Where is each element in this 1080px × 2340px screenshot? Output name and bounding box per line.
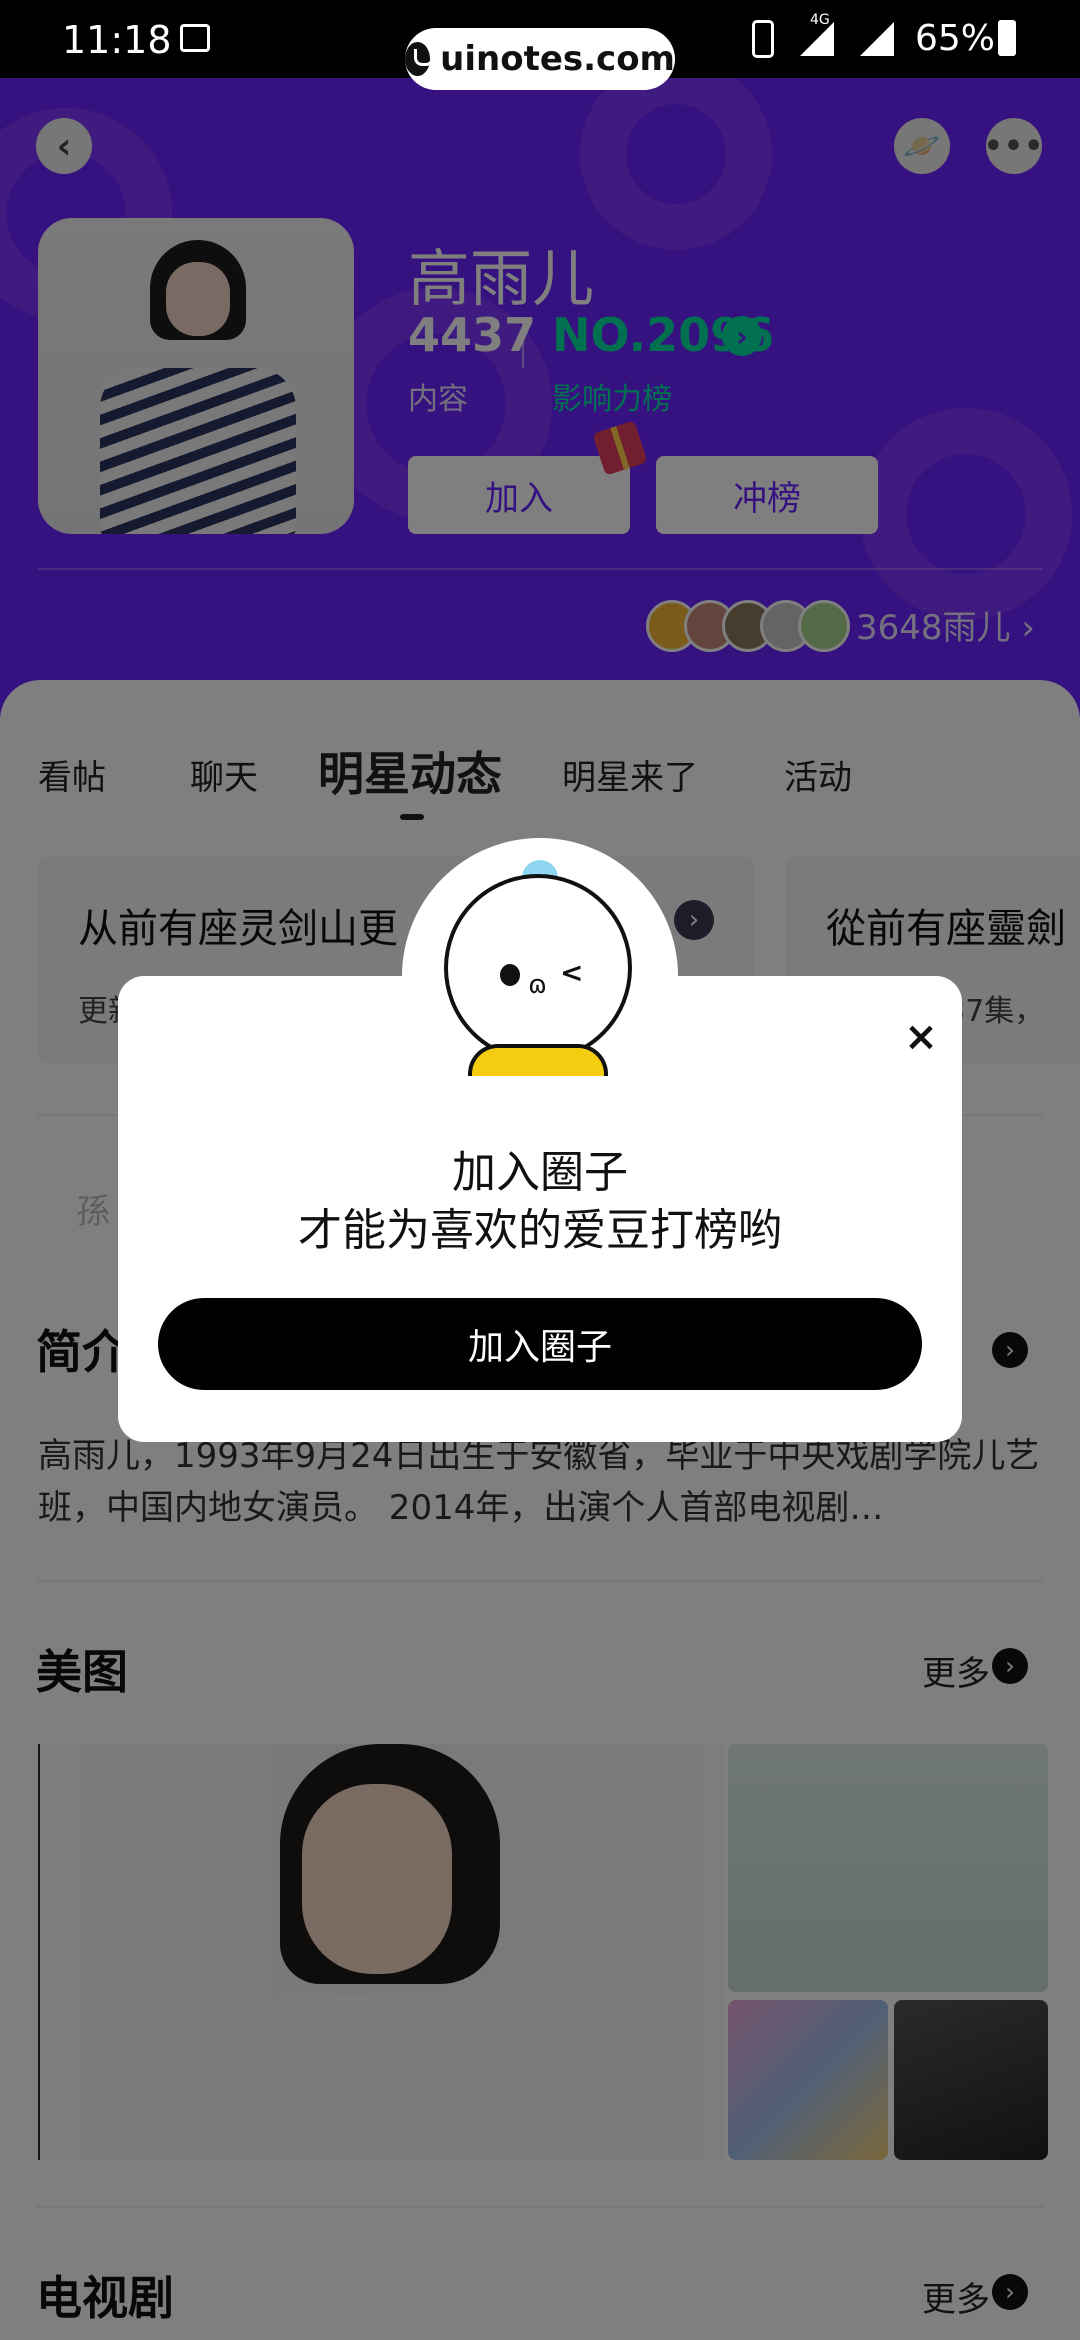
dialog-title: 加入圈子 (452, 1147, 628, 1198)
watermark-badge: uinotes.com (405, 28, 675, 90)
signal-icon (860, 22, 894, 56)
battery-icon (998, 20, 1016, 56)
mascot-body (468, 1044, 608, 1076)
close-icon[interactable]: × (896, 1012, 946, 1062)
mascot-wink: < (560, 956, 584, 989)
mascot-mouth: ɷ (528, 970, 547, 1000)
watermark-text: uinotes.com (440, 39, 675, 79)
uinotes-logo-icon (405, 42, 435, 76)
battery-percent: 65% (915, 18, 996, 59)
dialog-message: 才能为喜欢的爱豆打榜哟 (298, 1205, 782, 1256)
mascot-icon: ɷ < (442, 852, 638, 1076)
join-circle-button[interactable]: 加入圈子 (158, 1298, 922, 1390)
gallery-icon (180, 24, 210, 52)
vibrate-icon (752, 20, 774, 58)
status-time: 11:18 (62, 18, 172, 62)
mascot-eye (500, 964, 520, 986)
signal-4g-icon (800, 22, 834, 56)
mascot-head (444, 874, 632, 1062)
